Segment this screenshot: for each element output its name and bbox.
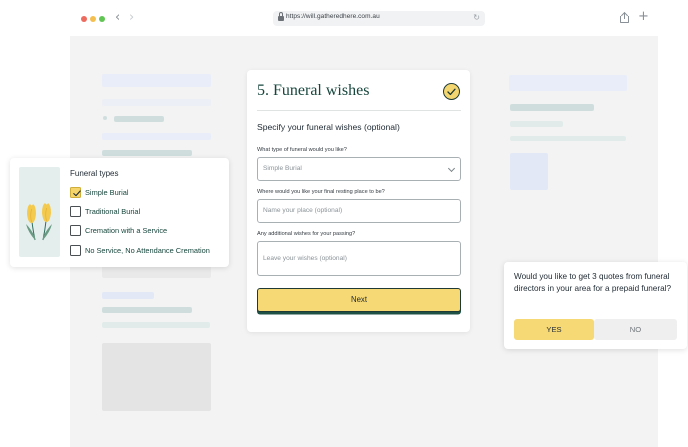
quote-question: Would you like to get 3 quotes from fune… (514, 272, 672, 294)
url-text: https://will.gatheredhere.com.au (286, 13, 380, 20)
resting-place-input[interactable]: Name your place (optional) (257, 199, 461, 223)
address-bar[interactable]: https://will.gatheredhere.com.au ↻ (273, 11, 485, 26)
funeral-type-select[interactable]: Simple Burial (257, 157, 461, 181)
placeholder-bar (510, 104, 594, 111)
reload-icon[interactable]: ↻ (473, 13, 480, 23)
placeholder-bar (510, 121, 563, 127)
minimize-window-button[interactable] (90, 16, 96, 22)
quote-prompt-card: Would you like to get 3 quotes from fune… (504, 262, 687, 349)
resting-place-label: Where would you like your final resting … (257, 189, 385, 195)
no-button[interactable]: NO (594, 319, 677, 340)
lock-icon (278, 12, 284, 21)
wishes-placeholder: Leave your wishes (optional) (263, 255, 347, 262)
placeholder-bar (510, 136, 626, 141)
placeholder-bar (102, 133, 211, 140)
placeholder-bar (509, 75, 627, 91)
option-label: Traditional Burial (85, 207, 141, 216)
checkbox[interactable] (70, 245, 81, 256)
checkbox[interactable] (70, 206, 81, 217)
chevron-down-icon (447, 164, 456, 173)
placeholder-image (102, 343, 211, 411)
placeholder-bar (114, 116, 164, 122)
placeholder-image (510, 153, 548, 190)
divider (257, 110, 461, 111)
option-label: No Service, No Attendance Cremation (85, 246, 210, 255)
funeral-wishes-card: 5. Funeral wishes Specify your funeral w… (247, 70, 470, 332)
checkbox-checked[interactable] (70, 187, 81, 198)
next-button[interactable]: Next (257, 288, 461, 312)
placeholder-bar (102, 99, 211, 106)
maximize-window-button[interactable] (99, 16, 105, 22)
wishes-label: Any additional wishes for your passing? (257, 231, 356, 237)
placeholder-bar (102, 150, 192, 156)
placeholder-bar (102, 307, 192, 313)
placeholder-bar (102, 74, 211, 87)
close-window-button[interactable] (81, 16, 87, 22)
yes-button[interactable]: YES (514, 319, 594, 340)
placeholder-bar (102, 322, 210, 328)
checkbox[interactable] (70, 225, 81, 236)
wishes-textarea[interactable]: Leave your wishes (optional) (257, 241, 461, 276)
tulip-illustration (19, 167, 60, 257)
step-complete-check-icon (443, 83, 460, 100)
back-arrow-icon[interactable]: ‹ (115, 11, 120, 25)
funeral-types-card: Funeral types Simple Burial Traditional … (10, 158, 229, 267)
option-label: Simple Burial (85, 188, 129, 197)
placeholder-bar (102, 292, 154, 299)
funeral-type-value: Simple Burial (263, 165, 302, 172)
forward-arrow-icon[interactable]: › (129, 11, 134, 25)
option-label: Cremation with a Service (85, 226, 168, 235)
placeholder-dot (103, 116, 107, 120)
funeral-type-label: What type of funeral would you like? (257, 147, 347, 153)
page-title: 5. Funeral wishes (257, 82, 370, 99)
section-subtitle: Specify your funeral wishes (optional) (257, 122, 400, 132)
share-icon[interactable] (620, 11, 629, 23)
browser-toolbar: ‹ › https://will.gatheredhere.com.au ↻ + (0, 0, 688, 36)
funeral-types-title: Funeral types (70, 169, 119, 178)
new-tab-icon[interactable]: + (638, 10, 649, 24)
resting-place-placeholder: Name your place (optional) (263, 207, 343, 214)
